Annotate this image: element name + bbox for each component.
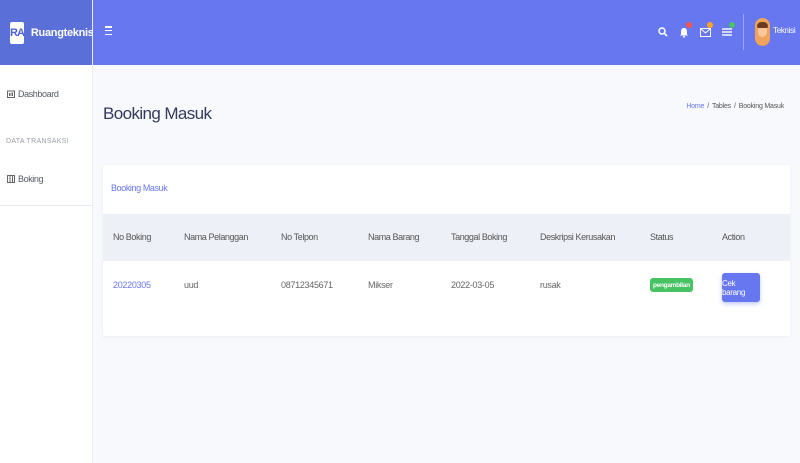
sidebar: RA Ruangteknisi Dashboard DATA TRANSAKSI…: [0, 0, 97, 463]
column-header: Deskripsi Kerusakan: [540, 232, 615, 242]
breadcrumb-tables[interactable]: Tables: [712, 103, 731, 110]
cell-nama-pelanggan: uud: [184, 280, 199, 290]
mail-icon[interactable]: [698, 22, 713, 40]
sidebar-item-label: Boking: [18, 174, 44, 184]
notification-badge: [686, 22, 692, 28]
column-header: Status: [650, 232, 674, 242]
cek-barang-button[interactable]: Cek barang: [722, 273, 760, 302]
column-header: Nama Barang: [368, 232, 420, 242]
table-header: No Boking Nama Pelanggan No Telpon Nama …: [103, 214, 790, 261]
sidebar-item-boking[interactable]: Boking: [0, 169, 92, 189]
cell-no-boking[interactable]: 20220305: [113, 280, 151, 290]
user-name[interactable]: Teknisi: [773, 26, 796, 35]
brand[interactable]: RA Ruangteknisi: [0, 0, 97, 65]
brand-name: Ruangteknisi: [30, 26, 97, 39]
card-title: Booking Masuk: [111, 183, 168, 193]
cell-no-telpon: 08712345671: [281, 280, 333, 290]
message-badge: [707, 22, 713, 28]
page-title: Booking Masuk: [103, 104, 212, 123]
sidebar-item-label: Dashboard: [18, 89, 59, 99]
search-icon[interactable]: [656, 24, 670, 40]
list-icon[interactable]: [720, 22, 735, 40]
breadcrumb-current: Booking Masuk: [738, 103, 784, 110]
column-header: No Telpon: [281, 232, 318, 242]
table-icon: [6, 175, 15, 184]
cell-deskripsi: rusak: [540, 280, 561, 290]
column-header: Tanggal Boking: [451, 232, 507, 242]
list-badge: [729, 22, 735, 28]
brand-logo: RA: [10, 21, 25, 44]
avatar[interactable]: [755, 18, 770, 46]
topbar: Teknisi: [93, 0, 800, 65]
menu-icon[interactable]: [105, 24, 112, 37]
sidebar-heading: DATA TRANSAKSI: [6, 138, 69, 145]
column-header: Action: [722, 232, 745, 242]
breadcrumb: Home / Tables / Booking Masuk: [686, 103, 784, 110]
column-header: No Boking: [113, 232, 151, 242]
topbar-separator: [743, 14, 744, 50]
cell-nama-barang: Mikser: [368, 280, 393, 290]
breadcrumb-separator: /: [733, 103, 736, 110]
cell-tanggal-boking: 2022-03-05: [451, 280, 495, 290]
sidebar-divider: [0, 205, 92, 206]
breadcrumb-separator: /: [707, 103, 709, 110]
bell-icon[interactable]: [677, 22, 692, 40]
sidebar-item-dashboard[interactable]: Dashboard: [0, 84, 92, 104]
breadcrumb-home[interactable]: Home: [686, 103, 704, 110]
dashboard-icon: [6, 90, 15, 99]
status-badge: pengambilan: [650, 278, 693, 292]
booking-card: Booking Masuk No Boking Nama Pelanggan N…: [103, 165, 790, 336]
column-header: Nama Pelanggan: [184, 232, 248, 242]
